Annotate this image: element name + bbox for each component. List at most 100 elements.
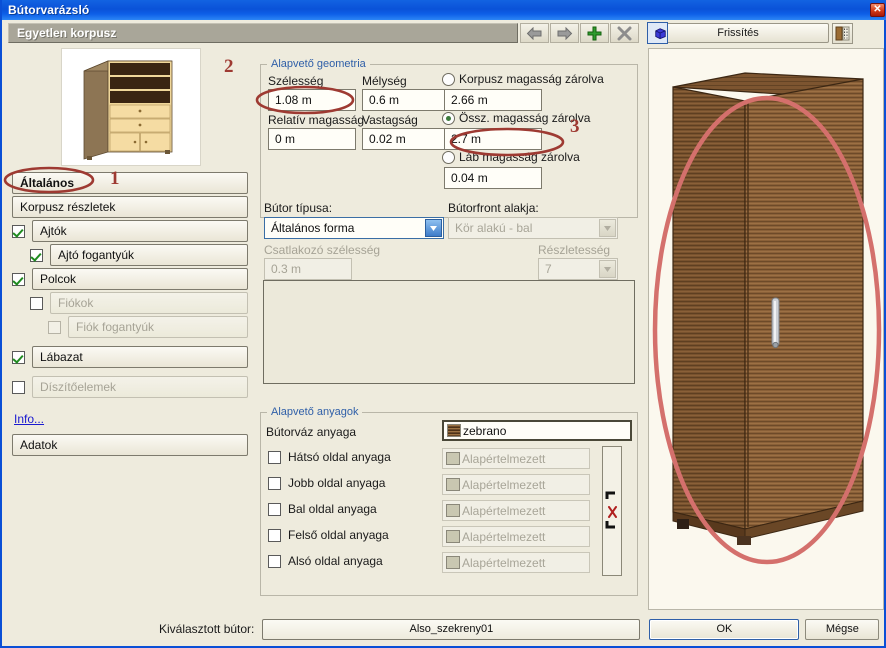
lock-leg-height-label: Láb magasság zárolva — [459, 150, 580, 164]
total-height-field[interactable]: 2.7 m — [444, 128, 542, 150]
plus-icon — [587, 26, 602, 40]
back-button[interactable] — [520, 23, 549, 43]
material-swatch — [446, 556, 460, 569]
sidebar-checkbox-fiok-fogantyuk — [48, 320, 61, 334]
sidebar-row-ajtok: Ajtók — [12, 220, 248, 242]
detail-level-label: Részletesség — [538, 243, 611, 257]
update-button[interactable]: Frissítés — [647, 23, 829, 43]
delete-button[interactable] — [610, 23, 639, 43]
frame-material-value: zebrano — [463, 423, 507, 438]
sidebar-checkbox-polcok[interactable] — [12, 272, 25, 286]
width-field[interactable]: 1.08 m — [268, 89, 356, 111]
left-side-material-checkbox[interactable] — [268, 503, 281, 516]
sidebar-item-ajto-fogantyuk[interactable]: Ajtó fogantyúk — [50, 244, 248, 266]
left-side-material-value: Alapértelmezett — [462, 503, 546, 518]
lock-leg-height-radio[interactable] — [442, 151, 455, 164]
nav-button-group — [520, 23, 639, 43]
selected-furniture-label: Kiválasztott bútor: — [159, 622, 255, 636]
top-side-material-checkbox[interactable] — [268, 529, 281, 542]
sidebar-checkbox-labazat[interactable] — [12, 350, 25, 364]
front-shape-value: Kör alakú - bal — [455, 221, 533, 235]
right-side-material-checkbox[interactable] — [268, 477, 281, 490]
component-list-box[interactable] — [263, 280, 635, 384]
texture-view-icon[interactable] — [832, 22, 853, 44]
arrow-right-icon — [557, 26, 573, 40]
cancel-button[interactable]: Mégse — [805, 618, 880, 640]
lock-total-height-radio[interactable] — [442, 112, 455, 125]
lock-body-height-radio[interactable] — [442, 73, 455, 86]
furniture-type-value: Általános forma — [271, 221, 355, 235]
furniture-3d-preview[interactable] — [648, 48, 884, 610]
chevron-down-icon — [599, 260, 616, 278]
ok-button[interactable]: OK — [649, 618, 800, 640]
furniture-wizard-dialog: Bútorvarázsló ✕ Egyetlen korpusz Frissít… — [0, 0, 886, 648]
sidebar-item-labazat[interactable]: Lábazat — [32, 346, 248, 368]
sidebar-item-fiokok: Fiókok — [50, 292, 248, 314]
thickness-label: Vastagság — [362, 113, 418, 127]
sidebar-checkbox-ajtok[interactable] — [12, 224, 25, 238]
window-title: Bútorvarázsló — [8, 3, 90, 17]
right-side-material-value: Alapértelmezett — [462, 477, 546, 492]
annotation-1: 1 — [110, 168, 120, 189]
bottom-side-material-field: Alapértelmezett — [442, 552, 590, 573]
furniture-type-select[interactable]: Általános forma — [264, 217, 444, 239]
width-label: Szélesség — [268, 74, 324, 88]
main-panel: Alapvető geometria Szélesség 1.08 m Mély… — [256, 48, 642, 608]
annotation-2: 2 — [224, 56, 234, 77]
header-toolbar: Egyetlen korpusz Frissítés — [4, 20, 886, 46]
info-link[interactable]: Info... — [14, 412, 44, 426]
leg-height-field[interactable]: 0.04 m — [444, 167, 542, 189]
depth-field[interactable]: 0.6 m — [362, 89, 450, 111]
thickness-field[interactable]: 0.02 m — [362, 128, 450, 150]
body-height-field[interactable]: 2.66 m — [444, 89, 542, 111]
chevron-down-icon — [599, 219, 616, 237]
bottom-side-material-checkbox[interactable] — [268, 555, 281, 568]
front-shape-label: Bútorfront alakja: — [448, 201, 539, 215]
sidebar-checkbox-fiokok[interactable] — [30, 296, 43, 310]
material-swatch — [446, 504, 460, 517]
forward-button[interactable] — [550, 23, 579, 43]
close-icon[interactable]: ✕ — [870, 3, 885, 17]
connector-width-field: 0.3 m — [264, 258, 352, 280]
back-side-material-field: Alapértelmezett — [442, 448, 590, 469]
sidebar-item-ajtok[interactable]: Ajtók — [32, 220, 248, 242]
material-tool-strip[interactable] — [602, 446, 622, 576]
cross-icon — [617, 26, 632, 40]
furniture-thumbnail — [61, 48, 201, 166]
sidebar-item-korpusz-reszletek[interactable]: Korpusz részletek — [12, 196, 248, 218]
detail-level-value: 7 — [545, 262, 552, 276]
door-handle-icon — [771, 297, 780, 349]
sidebar-row-polcok: Polcok — [12, 268, 248, 290]
right-side-material-label: Jobb oldal anyaga — [288, 476, 386, 490]
material-swatch — [446, 530, 460, 543]
data-button[interactable]: Adatok — [12, 434, 248, 456]
selected-furniture-field[interactable]: Also_szekreny01 — [262, 618, 641, 640]
add-button[interactable] — [580, 23, 609, 43]
sidebar-item-fiok-fogantyuk: Fiók fogantyúk — [68, 316, 248, 338]
solid-view-icon[interactable] — [647, 22, 668, 44]
back-side-material-value: Alapértelmezett — [462, 451, 546, 466]
section-title: Egyetlen korpusz — [8, 23, 518, 43]
right-side-material-field: Alapértelmezett — [442, 474, 590, 495]
top-side-material-value: Alapértelmezett — [462, 529, 546, 544]
sidebar-checkbox-diszitoelemek[interactable] — [12, 380, 25, 394]
sidebar-item-diszitoelemek: Díszítőelemek — [32, 376, 248, 398]
top-side-material-field: Alapértelmezett — [442, 526, 590, 547]
bottom-side-material-value: Alapértelmezett — [462, 555, 546, 570]
sidebar-row-ajto-fogantyuk: Ajtó fogantyúk — [30, 244, 248, 266]
sidebar-checkbox-ajto-fogantyuk[interactable] — [30, 248, 43, 262]
material-swatch — [446, 478, 460, 491]
sidebar-row-fiokok: Fiókok — [30, 292, 248, 314]
depth-label: Mélység — [362, 74, 407, 88]
sidebar-item-altalanos[interactable]: Általános — [12, 172, 248, 194]
back-side-material-checkbox[interactable] — [268, 451, 281, 464]
relative-height-field[interactable]: 0 m — [268, 128, 356, 150]
material-swatch — [446, 452, 460, 465]
geometry-legend: Alapvető geometria — [271, 58, 366, 70]
relative-height-label: Relatív magasság — [268, 113, 365, 127]
frame-material-field[interactable]: zebrano — [442, 420, 632, 441]
sidebar-item-polcok[interactable]: Polcok — [32, 268, 248, 290]
sidebar-row-labazat: Lábazat — [12, 346, 248, 368]
footer-bar: Kiválasztott bútor: Also_szekreny01 OK M… — [4, 614, 884, 644]
lock-body-height-label: Korpusz magasság zárolva — [459, 72, 604, 86]
